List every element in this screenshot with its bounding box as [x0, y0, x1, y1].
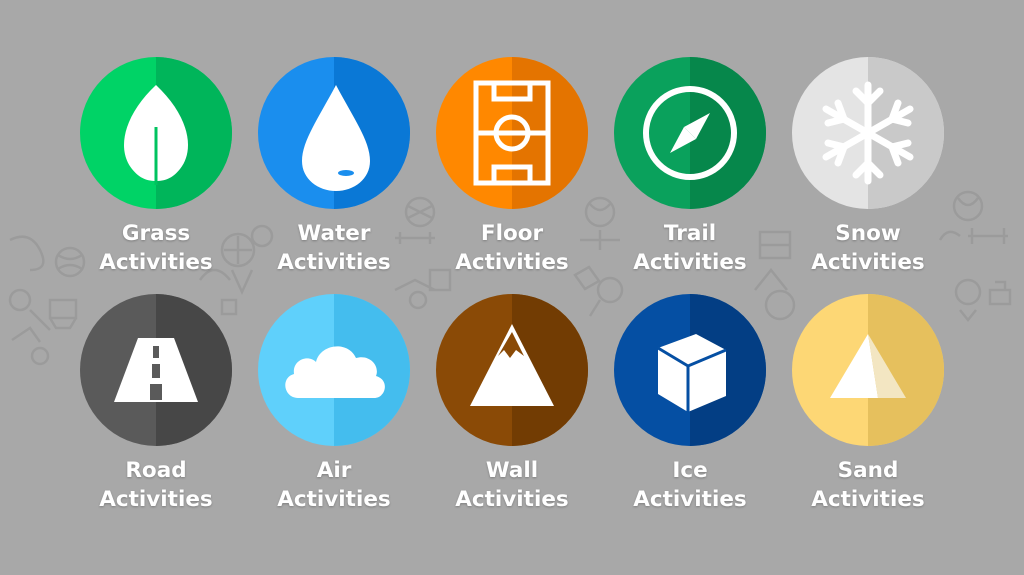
cloud-icon — [285, 346, 385, 398]
water-circle — [258, 57, 410, 209]
ice-cube-icon — [657, 334, 727, 412]
snowflake-icon — [822, 81, 914, 185]
floor-circle — [436, 57, 588, 209]
road-icon — [114, 338, 198, 402]
mountain-icon — [470, 324, 554, 406]
ice-circle — [614, 294, 766, 446]
water-label: Water Activities — [277, 221, 391, 275]
pyramid-icon — [830, 334, 906, 398]
road-circle — [80, 294, 232, 446]
air-label: Air Activities — [277, 458, 391, 512]
air-circle — [258, 294, 410, 446]
snow-label: Snow Activities — [811, 221, 925, 275]
wall-circle — [436, 294, 588, 446]
floor-label: Floor Activities — [455, 221, 569, 275]
leaf-icon — [124, 85, 188, 185]
court-icon — [473, 80, 551, 186]
sand-circle — [792, 294, 944, 446]
trail-label: Trail Activities — [633, 221, 747, 275]
ice-label: Ice Activities — [633, 458, 747, 512]
grass-label: Grass Activities — [99, 221, 213, 275]
trail-circle — [614, 57, 766, 209]
grass-circle — [80, 57, 232, 209]
road-label: Road Activities — [99, 458, 213, 512]
water-drop-icon — [302, 85, 370, 191]
compass-icon — [643, 86, 737, 180]
snow-circle — [792, 57, 944, 209]
sand-label: Sand Activities — [811, 458, 925, 512]
wall-label: Wall Activities — [455, 458, 569, 512]
